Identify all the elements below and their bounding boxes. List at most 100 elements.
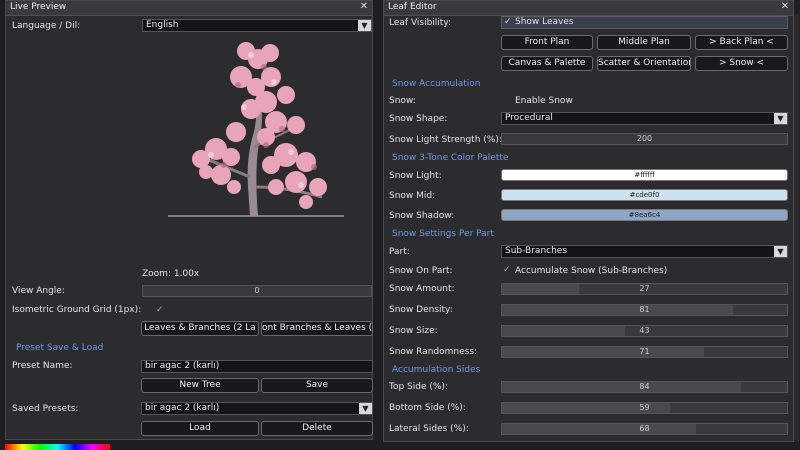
part-setting-fill bbox=[502, 347, 705, 357]
snow-light-hex: #ffffff bbox=[634, 171, 655, 179]
snow-mid-label: Snow Mid: bbox=[389, 191, 436, 201]
side-setting-fill bbox=[502, 424, 696, 434]
part-setting-fill bbox=[502, 326, 625, 336]
chevron-down-icon[interactable]: ▼ bbox=[774, 246, 787, 257]
snow-accumulation-section-title: Snow Accumulation bbox=[392, 79, 481, 89]
leaf-editor-titlebar[interactable]: Leaf Editor ✕ bbox=[384, 1, 793, 16]
scatter-orientation-button[interactable]: Scatter & Orientation bbox=[597, 56, 691, 71]
saved-presets-value: bir agac 2 (karlı) bbox=[145, 403, 220, 413]
language-value: English bbox=[146, 20, 179, 30]
part-setting-value: 27 bbox=[639, 284, 650, 293]
snow-shadow-label: Snow Shadow: bbox=[389, 211, 455, 221]
snow-shape-value: Procedural bbox=[505, 113, 553, 123]
chevron-down-icon[interactable]: ▼ bbox=[358, 20, 371, 31]
new-tree-button[interactable]: New Tree bbox=[141, 378, 259, 393]
snow-shape-label: Snow Shape: bbox=[389, 114, 448, 124]
part-setting-slider[interactable]: 27 bbox=[501, 283, 788, 295]
snow-light-label: Snow Light: bbox=[389, 171, 442, 181]
leaf-editor-title: Leaf Editor bbox=[388, 2, 437, 12]
draw-order-branches-leaves-button[interactable]: ont Branches & Leaves (2 bbox=[261, 321, 373, 336]
side-setting-label: Bottom Side (%): bbox=[389, 403, 466, 413]
tree-preview-canvas[interactable] bbox=[146, 37, 366, 227]
show-leaves-toggle[interactable]: ✓ Show Leaves bbox=[501, 16, 788, 29]
part-setting-label: Snow Amount: bbox=[389, 284, 455, 294]
language-label: Language / Dil: bbox=[12, 21, 81, 31]
saved-presets-dropdown[interactable]: bir agac 2 (karlı) ▼ bbox=[141, 402, 373, 415]
enable-snow-label: Enable Snow bbox=[515, 96, 573, 106]
snow-mid-swatch[interactable]: #cde0f0 bbox=[501, 189, 788, 201]
live-preview-titlebar[interactable]: Live Preview ✕ bbox=[6, 1, 372, 16]
snow-light-strength-value: 200 bbox=[636, 134, 653, 143]
preset-section-title: Preset Save & Load bbox=[16, 343, 104, 353]
side-setting-fill bbox=[502, 382, 742, 392]
part-setting-fill bbox=[502, 305, 733, 315]
close-icon[interactable]: ✕ bbox=[359, 2, 369, 12]
part-setting-value: 43 bbox=[639, 326, 650, 335]
preset-name-input[interactable]: bir agac 2 (karlı) bbox=[141, 360, 373, 373]
accumulate-snow-checkbox[interactable]: ✓ bbox=[503, 266, 512, 275]
sides-section-title: Accumulation Sides bbox=[392, 365, 481, 375]
part-value: Sub-Branches bbox=[505, 246, 568, 256]
front-plan-button[interactable]: Front Plan bbox=[501, 35, 593, 50]
back-plan-button[interactable]: > Back Plan < bbox=[695, 35, 788, 50]
side-setting-label: Top Side (%): bbox=[389, 382, 448, 392]
close-icon[interactable]: ✕ bbox=[780, 2, 790, 12]
side-setting-value: 59 bbox=[639, 403, 650, 412]
grid-label: Isometric Ground Grid (1px): bbox=[12, 305, 142, 315]
part-dropdown[interactable]: Sub-Branches ▼ bbox=[501, 245, 788, 258]
snow-label: Snow: bbox=[389, 96, 416, 106]
snow-light-strength-label: Snow Light Strength (%): bbox=[389, 135, 502, 145]
saved-presets-label: Saved Presets: bbox=[12, 404, 79, 414]
snow-shape-dropdown[interactable]: Procedural ▼ bbox=[501, 112, 788, 125]
leaf-visibility-label: Leaf Visibility: bbox=[389, 18, 452, 28]
part-setting-label: Snow Randomness: bbox=[389, 347, 478, 357]
per-part-section-title: Snow Settings Per Part bbox=[392, 229, 494, 239]
view-angle-label: View Angle: bbox=[12, 286, 65, 296]
save-button[interactable]: Save bbox=[261, 378, 373, 393]
side-setting-slider[interactable]: 84 bbox=[501, 381, 788, 393]
leaf-editor-scrollbar[interactable] bbox=[794, 14, 799, 442]
side-setting-value: 68 bbox=[639, 424, 650, 433]
side-setting-label: Lateral Sides (%): bbox=[389, 424, 469, 434]
side-setting-slider[interactable]: 68 bbox=[501, 423, 788, 435]
live-preview-title: Live Preview bbox=[10, 2, 67, 12]
snow-shadow-swatch[interactable]: #8ea6c4 bbox=[501, 209, 788, 221]
delete-button[interactable]: Delete bbox=[261, 421, 373, 436]
view-angle-slider[interactable]: 0 bbox=[142, 285, 372, 297]
snow-mid-hex: #cde0f0 bbox=[629, 191, 660, 199]
grid-checkbox[interactable]: ✓ bbox=[156, 306, 165, 315]
snow-light-strength-slider[interactable]: 200 bbox=[501, 133, 788, 145]
draw-order-leaves-branches-button[interactable]: Leaves & Branches (2 La bbox=[141, 321, 259, 336]
language-dropdown[interactable]: English ▼ bbox=[142, 19, 372, 32]
part-setting-label: Snow Density: bbox=[389, 305, 453, 315]
live-preview-panel: Live Preview ✕ Language / Dil: English ▼ bbox=[5, 0, 373, 440]
preset-name-label: Preset Name: bbox=[12, 361, 73, 371]
show-leaves-checkbox[interactable]: ✓ bbox=[504, 18, 513, 27]
show-leaves-label: Show Leaves bbox=[515, 17, 574, 27]
middle-plan-button[interactable]: Middle Plan bbox=[597, 35, 691, 50]
snow-shadow-hex: #8ea6c4 bbox=[628, 211, 661, 219]
part-setting-slider[interactable]: 71 bbox=[501, 346, 788, 358]
leaf-editor-panel: Leaf Editor ✕ Leaf Visibility: ✓ Show Le… bbox=[383, 0, 794, 442]
snow-tab-button[interactable]: > Snow < bbox=[695, 56, 788, 71]
snow-on-part-label: Snow On Part: bbox=[389, 266, 453, 276]
side-setting-value: 84 bbox=[639, 382, 650, 391]
view-angle-value: 0 bbox=[254, 286, 260, 295]
part-setting-value: 81 bbox=[639, 305, 650, 314]
part-setting-slider[interactable]: 43 bbox=[501, 325, 788, 337]
hue-color-strip[interactable] bbox=[5, 444, 110, 450]
part-setting-value: 71 bbox=[639, 347, 650, 356]
part-setting-slider[interactable]: 81 bbox=[501, 304, 788, 316]
side-setting-slider[interactable]: 59 bbox=[501, 402, 788, 414]
snow-light-swatch[interactable]: #ffffff bbox=[501, 169, 788, 181]
part-setting-label: Snow Size: bbox=[389, 326, 438, 336]
chevron-down-icon[interactable]: ▼ bbox=[774, 113, 787, 124]
canvas-palette-button[interactable]: Canvas & Palette bbox=[501, 56, 593, 71]
palette-section-title: Snow 3-Tone Color Palette bbox=[392, 153, 509, 163]
enable-snow-checkbox[interactable] bbox=[504, 96, 513, 105]
accumulate-snow-label: Accumulate Snow (Sub-Branches) bbox=[515, 266, 668, 276]
part-label: Part: bbox=[389, 247, 410, 257]
zoom-readout: Zoom: 1.00x bbox=[142, 269, 200, 279]
load-button[interactable]: Load bbox=[141, 421, 259, 436]
chevron-down-icon[interactable]: ▼ bbox=[359, 403, 372, 414]
